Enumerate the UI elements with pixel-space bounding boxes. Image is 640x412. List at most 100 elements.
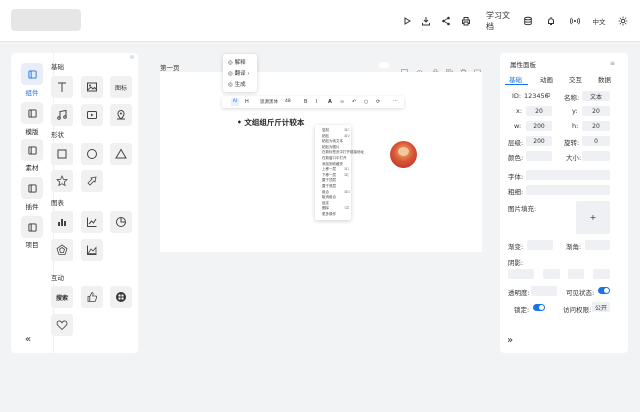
rectangle-shape[interactable] bbox=[51, 143, 73, 165]
line-chart-component[interactable] bbox=[81, 211, 103, 233]
sun-icon[interactable] bbox=[618, 14, 628, 28]
search-component[interactable]: 搜索 bbox=[51, 286, 73, 308]
font-size-select[interactable]: 48 bbox=[285, 99, 291, 104]
x-field[interactable]: 20 bbox=[526, 106, 552, 116]
more-button[interactable]: ⋯ bbox=[393, 98, 398, 104]
bell-icon[interactable] bbox=[546, 14, 556, 28]
access-select[interactable]: 公开 bbox=[592, 302, 610, 312]
download-icon[interactable] bbox=[421, 14, 431, 28]
tab-data[interactable]: 数据 bbox=[598, 74, 611, 84]
page-color-swatch[interactable] bbox=[379, 62, 389, 68]
qr-component[interactable] bbox=[110, 286, 132, 308]
copy-icon[interactable] bbox=[446, 61, 453, 76]
weight-field[interactable] bbox=[526, 185, 610, 195]
context-menu-item[interactable]: 组合 bbox=[322, 190, 329, 195]
shadow-blur-field[interactable] bbox=[568, 269, 584, 279]
shadow-color-field[interactable] bbox=[593, 269, 610, 279]
context-menu-item[interactable]: 置于顶层 bbox=[322, 178, 336, 183]
shadow-y-field[interactable] bbox=[543, 269, 560, 279]
context-menu-item[interactable]: 取消组合 bbox=[322, 195, 336, 200]
image-fill-upload[interactable]: + bbox=[576, 201, 610, 234]
h-field[interactable]: 20 bbox=[582, 121, 610, 131]
context-menu-item[interactable]: 在新标签页中打开链接地址 bbox=[322, 150, 364, 155]
avatar-image[interactable] bbox=[390, 141, 417, 168]
ai-format-icon[interactable]: AI bbox=[231, 98, 239, 106]
gradient-field[interactable] bbox=[527, 240, 553, 250]
font-family-select[interactable]: 思源黑体 bbox=[260, 99, 278, 105]
rotate-field[interactable]: 0 bbox=[582, 136, 610, 146]
print-icon[interactable] bbox=[461, 14, 471, 28]
tab-templates[interactable] bbox=[21, 102, 43, 124]
eye-icon[interactable] bbox=[416, 61, 423, 75]
radar-chart-component[interactable] bbox=[51, 239, 73, 261]
broadcast-icon[interactable] bbox=[570, 14, 580, 28]
size-field[interactable] bbox=[582, 151, 610, 161]
collapse-left-button[interactable]: « bbox=[25, 334, 31, 345]
share-icon[interactable] bbox=[441, 14, 451, 28]
context-menu-item[interactable]: 置于底层 bbox=[322, 184, 336, 189]
lock-icon[interactable] bbox=[432, 61, 439, 76]
ai-menu-translate[interactable]: ◎ 翻译 › bbox=[228, 69, 250, 77]
format-painter-button[interactable]: ○ bbox=[364, 99, 368, 105]
ai-menu-generate[interactable]: ◎ 生成 bbox=[228, 80, 246, 88]
tab-basic[interactable]: 基础 bbox=[509, 74, 522, 84]
w-field[interactable]: 200 bbox=[526, 121, 552, 131]
circle-shape[interactable] bbox=[81, 143, 103, 165]
docs-link[interactable]: 学习文档 bbox=[486, 11, 512, 31]
copy-id-icon[interactable]: ⧉ bbox=[546, 92, 550, 100]
area-chart-component[interactable] bbox=[81, 239, 103, 261]
play-icon[interactable] bbox=[402, 14, 412, 28]
comment-icon[interactable] bbox=[474, 61, 481, 77]
monitor-icon[interactable] bbox=[401, 61, 408, 76]
context-menu-item[interactable]: 删除 bbox=[322, 206, 329, 211]
shadow-x-field[interactable] bbox=[508, 269, 534, 279]
layer-field[interactable]: 200 bbox=[526, 136, 552, 146]
tab-components[interactable] bbox=[21, 63, 43, 85]
visible-toggle[interactable] bbox=[598, 287, 610, 294]
color-field[interactable] bbox=[526, 151, 552, 161]
tab-plugins[interactable] bbox=[21, 177, 43, 199]
triangle-shape[interactable] bbox=[110, 143, 132, 165]
context-menu-item[interactable]: 粘贴 bbox=[322, 134, 329, 139]
context-menu-item[interactable]: 更多操作 bbox=[322, 212, 336, 217]
location-component[interactable] bbox=[110, 104, 132, 126]
lock-toggle[interactable] bbox=[533, 304, 545, 311]
pie-chart-component[interactable] bbox=[110, 211, 132, 233]
database-icon[interactable] bbox=[523, 14, 533, 28]
tab-projects[interactable] bbox=[21, 216, 43, 238]
video-component[interactable] bbox=[81, 104, 103, 126]
tab-materials[interactable] bbox=[21, 139, 43, 161]
language-switch[interactable]: 中文 bbox=[592, 14, 606, 28]
tab-animation[interactable]: 动画 bbox=[540, 74, 553, 84]
radius-field[interactable] bbox=[585, 240, 610, 250]
context-menu-item[interactable]: 上移一层 bbox=[322, 167, 336, 172]
font-field[interactable] bbox=[526, 170, 610, 180]
undo-button[interactable]: ↶ bbox=[352, 99, 356, 105]
like-component[interactable] bbox=[81, 286, 103, 308]
panel-menu-icon[interactable]: ≡ bbox=[610, 60, 615, 67]
icon-component[interactable]: 图标 bbox=[110, 76, 132, 98]
opacity-field[interactable] bbox=[531, 286, 557, 296]
bar-chart-component[interactable] bbox=[51, 211, 73, 233]
image-component[interactable] bbox=[81, 76, 103, 98]
heading-select[interactable]: H bbox=[245, 99, 249, 105]
font-color-button[interactable]: A bbox=[328, 99, 332, 105]
text-component[interactable] bbox=[51, 76, 73, 98]
music-component[interactable] bbox=[51, 104, 73, 126]
canvas-text-element[interactable]: • 文组组斤斤计较本 bbox=[237, 117, 304, 128]
context-menu-item[interactable]: 粘贴为纯文本 bbox=[322, 139, 343, 144]
expand-right-button[interactable]: » bbox=[507, 335, 513, 346]
name-field[interactable]: 文本 bbox=[582, 91, 610, 101]
tab-interaction[interactable]: 交互 bbox=[569, 74, 582, 84]
star-shape[interactable] bbox=[51, 170, 73, 192]
y-field[interactable]: 20 bbox=[582, 106, 610, 116]
link-button[interactable]: ∞ bbox=[340, 99, 344, 105]
ai-menu-explain[interactable]: ◎ 解释 bbox=[228, 58, 246, 66]
context-menu-item[interactable]: 复制 bbox=[322, 128, 329, 133]
clear-format-button[interactable]: ⟳ bbox=[376, 99, 380, 105]
italic-button[interactable]: I bbox=[316, 99, 317, 105]
trash-icon[interactable] bbox=[460, 61, 467, 76]
context-menu-item[interactable]: 在新窗口中打开 bbox=[322, 156, 347, 161]
arrow-shape[interactable] bbox=[81, 170, 103, 192]
heart-component[interactable] bbox=[51, 314, 73, 336]
